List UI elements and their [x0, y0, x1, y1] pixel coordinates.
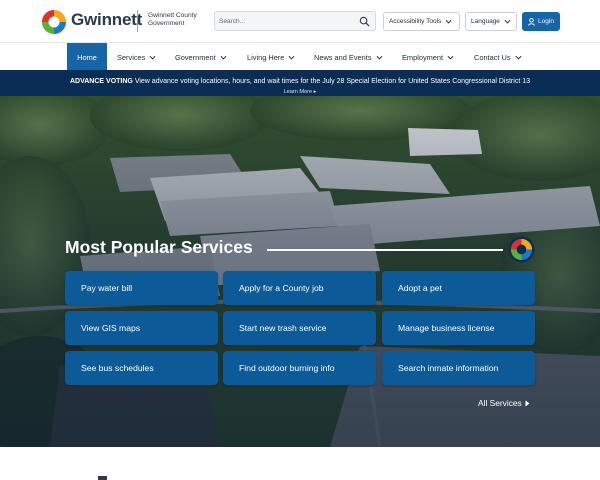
nav-item-government[interactable]: Government	[175, 43, 227, 71]
caret-right-icon: ▸	[313, 89, 317, 95]
nav-item-label: Services	[117, 52, 146, 62]
tile-label: Find outdoor burning info	[239, 363, 335, 373]
chevron-down-icon	[376, 55, 382, 59]
tile-label: Start new trash service	[239, 323, 327, 333]
tile-label: View GIS maps	[81, 323, 141, 333]
language-label: Language	[471, 18, 500, 25]
search-icon[interactable]	[359, 16, 370, 27]
nav-item-label: Home	[77, 52, 97, 62]
gwinnett-logo-icon[interactable]	[40, 8, 68, 36]
tile-adopt-pet[interactable]: Adopt a pet	[382, 271, 535, 305]
search-input[interactable]	[219, 14, 355, 28]
brand-subtitle: Gwinnett County Government	[148, 12, 197, 27]
nav-item-label: Government	[175, 52, 216, 62]
nav-item-label: Living Here	[247, 52, 285, 62]
tile-find-outdoor-burning-info[interactable]: Find outdoor burning info	[223, 351, 376, 385]
caret-right-icon	[525, 400, 530, 406]
next-section	[0, 447, 600, 480]
tile-search-inmate-information[interactable]: Search inmate information	[382, 351, 535, 385]
chevron-down-icon	[504, 19, 511, 24]
tile-label: Search inmate information	[398, 363, 499, 373]
section-heading-fragment	[98, 476, 107, 480]
chevron-down-icon	[288, 55, 295, 59]
learn-more-link[interactable]: Learn More ▸	[0, 89, 600, 95]
all-services-link[interactable]: All Services	[478, 398, 530, 408]
tile-apply-county-job[interactable]: Apply for a County job	[223, 271, 376, 305]
advance-voting-alert: ADVANCE VOTING View advance voting locat…	[0, 70, 600, 96]
user-icon	[528, 17, 535, 26]
learn-more-label: Learn More	[283, 89, 313, 95]
tile-manage-business-license[interactable]: Manage business license	[382, 311, 535, 345]
alert-label: ADVANCE VOTING	[69, 78, 133, 85]
accessibility-tools-label: Accessibility Tools	[389, 18, 442, 25]
nav-item-services[interactable]: Services	[117, 43, 156, 71]
nav-item-label: Employment	[402, 52, 444, 62]
chevron-down-icon	[515, 55, 522, 59]
tile-view-gis-maps[interactable]: View GIS maps	[65, 311, 218, 345]
nav-item-news-and-events[interactable]: News and Events	[314, 43, 383, 71]
alert-message: View advance voting locations, hours, an…	[134, 78, 530, 85]
tile-see-bus-schedules[interactable]: See bus schedules	[65, 351, 218, 385]
section-title: Most Popular Services	[65, 237, 253, 257]
brand-divider	[137, 10, 138, 32]
accessibility-tools-button[interactable]: Accessibility Tools	[383, 12, 460, 31]
chevron-down-icon	[445, 19, 452, 24]
tile-label: See bus schedules	[81, 363, 154, 373]
hero-section: Most Popular Services Pay water bill App…	[0, 96, 600, 447]
chevron-down-icon	[447, 55, 454, 59]
nav-item-living-here[interactable]: Living Here	[247, 43, 295, 71]
all-services-label: All Services	[478, 398, 522, 408]
search-box[interactable]	[214, 11, 376, 31]
nav-item-home[interactable]: Home	[67, 43, 107, 71]
nav-item-label: News and Events	[314, 52, 372, 62]
tile-start-trash-service[interactable]: Start new trash service	[223, 311, 376, 345]
brand-name[interactable]: Gwinnett	[71, 10, 142, 30]
tile-label: Adopt a pet	[398, 283, 442, 293]
login-label: Login	[538, 18, 554, 25]
tile-label: Pay water bill	[81, 283, 133, 293]
chevron-down-icon	[149, 55, 156, 59]
title-rule	[267, 249, 503, 251]
nav-item-label: Contact Us	[474, 52, 511, 62]
language-button[interactable]: Language	[465, 12, 517, 31]
tile-pay-water-bill[interactable]: Pay water bill	[65, 271, 218, 305]
alert-text: ADVANCE VOTING View advance voting locat…	[0, 78, 600, 85]
chevron-down-icon	[220, 55, 227, 59]
nav-item-contact-us[interactable]: Contact Us	[474, 43, 522, 71]
login-button[interactable]: Login	[522, 12, 560, 31]
gwinnett-badge-icon	[508, 236, 535, 263]
site-header: Gwinnett Gwinnett County Government Acce…	[0, 0, 600, 42]
nav-item-employment[interactable]: Employment	[402, 43, 454, 71]
main-navigation: Home Services Government Living Here New…	[0, 42, 600, 71]
tile-label: Apply for a County job	[239, 283, 324, 293]
tile-label: Manage business license	[398, 323, 495, 333]
